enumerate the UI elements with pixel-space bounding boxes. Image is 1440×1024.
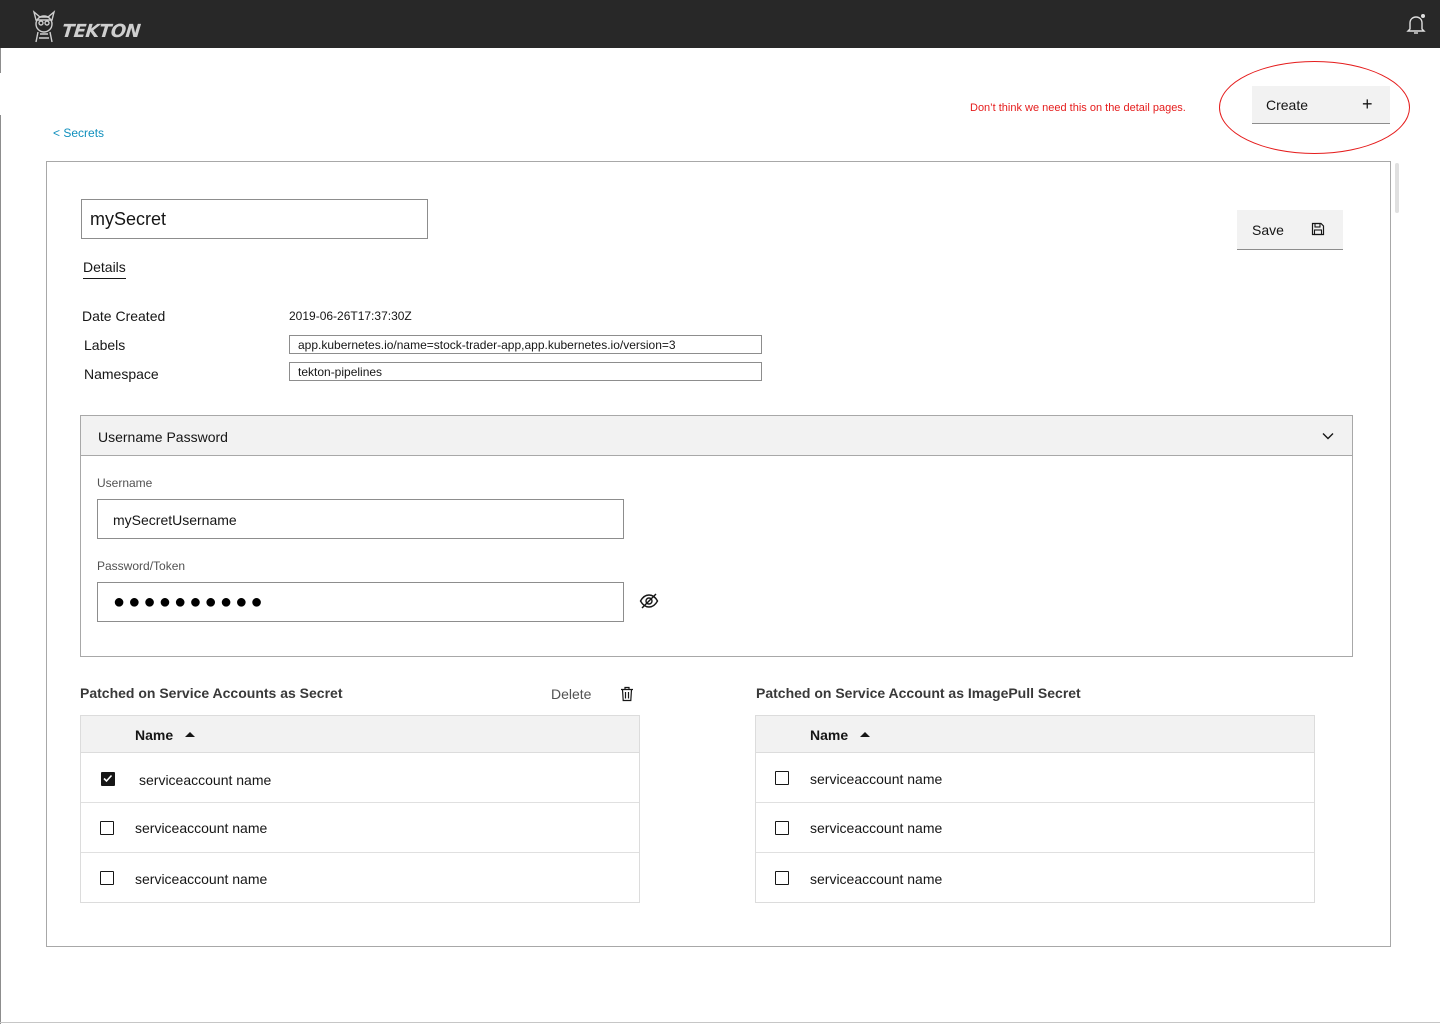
table-row-name: serviceaccount name xyxy=(135,820,268,836)
namespace-label: Namespace xyxy=(84,366,159,382)
breadcrumb-secrets-link[interactable]: < Secrets xyxy=(53,126,104,140)
secret-table-title: Patched on Service Accounts as Secret xyxy=(80,685,343,701)
row-divider xyxy=(81,802,639,803)
table-row-name: serviceaccount name xyxy=(810,871,943,887)
accordion-header-username-password[interactable]: Username Password xyxy=(81,416,1352,456)
username-label: Username xyxy=(97,476,153,490)
trash-icon[interactable] xyxy=(620,686,634,702)
review-annotation-note: Don’t think we need this on the detail p… xyxy=(970,102,1186,114)
username-value: mySecretUsername xyxy=(113,512,237,528)
delete-button[interactable]: Delete xyxy=(551,686,591,702)
row-checkbox[interactable] xyxy=(101,772,115,786)
column-header-name[interactable]: Name xyxy=(810,727,848,743)
secret-name-field[interactable]: mySecret xyxy=(81,199,428,239)
scrollbar-thumb[interactable] xyxy=(1395,163,1399,213)
imagepull-table-title: Patched on Service Account as ImagePull … xyxy=(756,685,1081,701)
labels-field[interactable]: app.kubernetes.io/name=stock-trader-app,… xyxy=(289,335,762,354)
table-row-name: serviceaccount name xyxy=(810,771,943,787)
table-header: Name xyxy=(81,716,639,753)
floppy-disk-icon xyxy=(1311,222,1325,236)
page-edge xyxy=(0,1022,1440,1023)
eye-icon[interactable] xyxy=(639,592,659,610)
row-checkbox[interactable] xyxy=(100,871,114,885)
sort-ascending-icon[interactable] xyxy=(860,732,870,737)
table-row-name: serviceaccount name xyxy=(810,820,943,836)
sort-ascending-icon[interactable] xyxy=(185,732,195,737)
labels-label: Labels xyxy=(84,337,126,353)
chevron-down-icon xyxy=(1322,433,1334,440)
password-input[interactable]: ●●●●●●●●●● xyxy=(97,582,624,622)
row-checkbox[interactable] xyxy=(775,871,789,885)
date-created-value: 2019-06-26T17:37:30Z xyxy=(289,309,412,323)
row-divider xyxy=(81,852,639,853)
review-annotation-circle xyxy=(1219,61,1410,154)
row-checkbox[interactable] xyxy=(100,821,114,835)
password-masked-value: ●●●●●●●●●● xyxy=(113,591,266,613)
username-input[interactable]: mySecretUsername xyxy=(97,499,624,539)
bell-icon[interactable] xyxy=(1404,12,1428,36)
page-edge xyxy=(0,48,1,73)
date-created-label: Date Created xyxy=(82,308,166,324)
table-row-name: serviceaccount name xyxy=(135,871,268,887)
namespace-field[interactable]: tekton-pipelines xyxy=(289,362,762,381)
row-divider xyxy=(756,802,1314,803)
save-button[interactable]: Save xyxy=(1237,210,1343,250)
password-label: Password/Token xyxy=(97,559,186,573)
accordion-title: Username Password xyxy=(98,429,228,445)
page-edge xyxy=(0,115,1,1024)
column-header-name[interactable]: Name xyxy=(135,727,173,743)
row-checkbox[interactable] xyxy=(775,771,789,785)
row-divider xyxy=(756,852,1314,853)
brand-wordmark: TEKTON xyxy=(60,21,142,42)
top-navigation-bar: TEKTON xyxy=(0,0,1440,48)
table-row-name: serviceaccount name xyxy=(139,772,272,788)
table-header: Name xyxy=(756,716,1314,753)
save-button-label: Save xyxy=(1252,222,1284,238)
tab-details[interactable]: Details xyxy=(83,259,126,279)
row-checkbox[interactable] xyxy=(775,821,789,835)
